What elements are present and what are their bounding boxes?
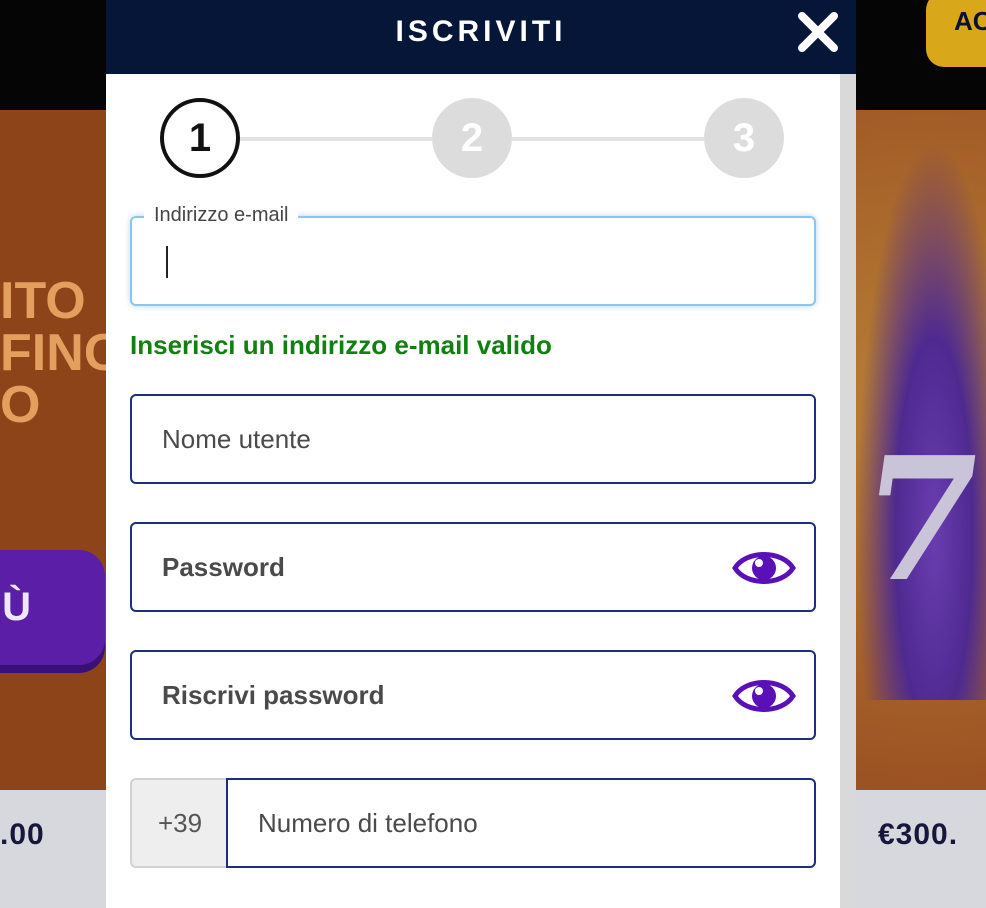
confirm-password-field[interactable] [130, 650, 816, 740]
email-field[interactable]: Indirizzo e-mail [130, 204, 816, 306]
confirm-password-input[interactable] [162, 652, 722, 738]
scrollbar[interactable] [840, 74, 856, 908]
step-1: 1 [160, 98, 240, 178]
step-2: 2 [432, 98, 512, 178]
stepper-connector [512, 137, 704, 141]
phone-input[interactable] [258, 780, 818, 866]
stepper-connector [240, 137, 432, 141]
background-login-button[interactable]: AC [926, 0, 986, 67]
username-input[interactable] [162, 396, 722, 482]
email-label: Indirizzo e-mail [144, 204, 299, 227]
text-caret [166, 246, 168, 278]
eye-icon[interactable] [732, 674, 796, 718]
signup-modal: ISCRIVITI 1 2 3 Indirizzo e-mail Inseris… [106, 0, 856, 908]
password-field[interactable] [130, 522, 816, 612]
modal-title: ISCRIVITI [395, 15, 567, 48]
password-input[interactable] [162, 524, 722, 610]
background-banner-button[interactable]: Ù [0, 550, 105, 665]
background-jackpot-amount: .00 [0, 818, 45, 851]
step-3: 3 [704, 98, 784, 178]
modal-header: ISCRIVITI [106, 0, 856, 74]
phone-country-prefix[interactable]: +39 [130, 778, 228, 868]
close-icon[interactable] [796, 10, 840, 54]
background-jackpot-amount: €300. [878, 818, 959, 851]
phone-field[interactable] [226, 778, 818, 868]
username-field[interactable] [130, 394, 816, 484]
eye-icon[interactable] [732, 546, 796, 590]
email-validation-message: Inserisci un indirizzo e-mail valido [130, 330, 552, 360]
